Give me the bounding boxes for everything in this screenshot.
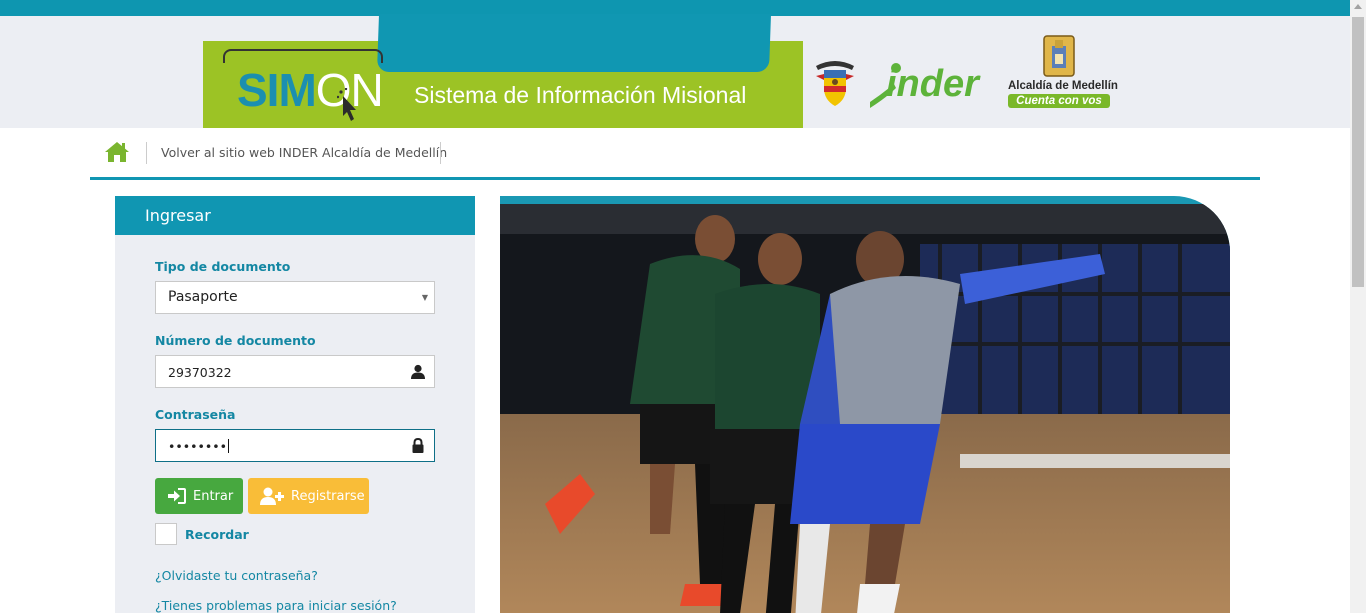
doc-type-label: Tipo de documento (155, 259, 291, 274)
enter-button[interactable]: Entrar (155, 478, 243, 514)
back-to-inder-link[interactable]: Volver al sitio web INDER Alcaldía de Me… (161, 145, 447, 160)
password-label: Contraseña (155, 407, 236, 422)
nav-bar: Volver al sitio web INDER Alcaldía de Me… (90, 128, 1260, 180)
enter-button-label: Entrar (193, 488, 234, 504)
alcaldia-slogan: Cuenta con vos (1008, 94, 1110, 108)
banner-tab (376, 14, 772, 72)
sign-in-icon (168, 488, 186, 504)
scroll-thumb[interactable] (1352, 17, 1364, 287)
simon-logo-sim: SIM (237, 64, 317, 116)
doc-number-value: 29370322 (168, 365, 232, 380)
register-button[interactable]: Registrarse (248, 478, 369, 514)
simon-logo: SIM ON (237, 64, 384, 116)
login-panel: Ingresar Tipo de documento Pasaporte ▼ N… (115, 196, 475, 613)
add-user-icon (260, 487, 284, 505)
doc-number-label: Número de documento (155, 333, 316, 348)
home-icon[interactable] (104, 140, 130, 164)
futsal-photo (500, 204, 1230, 613)
password-value: •••••••• (168, 439, 227, 454)
login-problems-link[interactable]: ¿Tienes problemas para iniciar sesión? (155, 598, 397, 613)
alcaldia-seal-icon (1043, 35, 1075, 77)
forgot-password-link[interactable]: ¿Olvidaste tu contraseña? (155, 568, 318, 583)
scrollbar[interactable] (1350, 0, 1366, 613)
doc-number-input[interactable]: 29370322 (155, 355, 435, 388)
remember-label[interactable]: Recordar (185, 527, 249, 542)
inder-logo-text: inder (886, 63, 981, 105)
colombia-shield-icon (816, 61, 854, 106)
login-title: Ingresar (145, 206, 211, 225)
banner-title: Sistema de Información Misional (414, 82, 747, 108)
lock-icon (412, 438, 424, 453)
scroll-up-icon[interactable] (1354, 4, 1362, 9)
photo-frame (500, 196, 1230, 613)
doc-type-select[interactable]: Pasaporte ▼ (155, 281, 435, 314)
doc-type-value: Pasaporte (168, 289, 238, 305)
nav-separator (146, 142, 147, 164)
banner-outline (223, 49, 383, 63)
password-input[interactable]: •••••••• (155, 429, 435, 462)
remember-checkbox[interactable] (155, 523, 177, 545)
user-icon (411, 364, 425, 379)
text-caret (227, 439, 229, 453)
alcaldia-name: Alcaldía de Medellín (1008, 80, 1118, 92)
nav-separator (440, 142, 441, 164)
chevron-down-icon: ▼ (421, 293, 428, 302)
page: SIM ON Sistema de Información Misional in… (0, 0, 1366, 613)
login-panel-header: Ingresar (115, 196, 475, 235)
cursor-icon (337, 88, 356, 121)
alcaldia-logo: Alcaldía de Medellín Cuenta con vos (1006, 34, 1118, 110)
register-button-label: Registrarse (291, 488, 365, 504)
inder-logo: inder (870, 63, 981, 108)
